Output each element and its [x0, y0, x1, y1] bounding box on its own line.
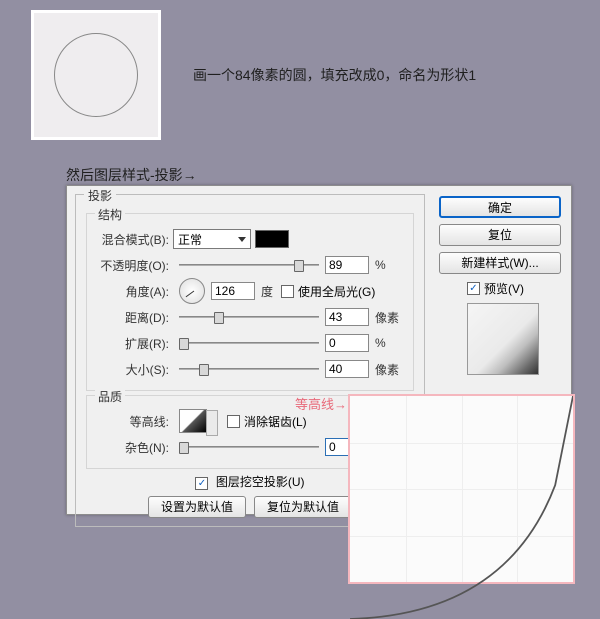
spread-label: 扩展(R): — [95, 335, 169, 352]
size-input[interactable]: 40 — [325, 360, 369, 378]
angle-label: 角度(A): — [95, 283, 169, 300]
preview-label: 预览(V) — [484, 280, 524, 297]
spread-row: 扩展(R): 0 % — [95, 332, 405, 354]
opacity-unit: % — [375, 258, 405, 272]
cancel-button[interactable]: 复位 — [439, 224, 561, 246]
antialias-checkbox[interactable] — [227, 415, 240, 428]
instruction-2: 然后图层样式-投影→ — [66, 165, 197, 185]
preview-row: ✓ 预览(V) — [467, 280, 561, 297]
set-default-button[interactable]: 设置为默认值 — [148, 496, 246, 518]
preview-checkbox[interactable]: ✓ — [467, 282, 480, 295]
distance-slider[interactable] — [179, 308, 319, 326]
new-style-button[interactable]: 新建样式(W)... — [439, 252, 561, 274]
spread-unit: % — [375, 336, 405, 350]
angle-row: 角度(A): 126 度 使用全局光(G) — [95, 280, 405, 302]
opacity-label: 不透明度(O): — [95, 257, 169, 274]
spread-slider[interactable] — [179, 334, 319, 352]
size-unit: 像素 — [375, 361, 405, 378]
contour-curve — [350, 396, 573, 619]
blend-mode-select[interactable]: 正常 — [173, 229, 251, 249]
group-title: 投影 — [84, 187, 116, 204]
distance-unit: 像素 — [375, 309, 405, 326]
blend-mode-row: 混合模式(B): 正常 — [95, 228, 405, 250]
contour-editor[interactable] — [348, 394, 575, 584]
shadow-color-swatch[interactable] — [255, 230, 289, 248]
noise-label: 杂色(N): — [95, 439, 169, 456]
circle-preview-panel — [31, 10, 161, 140]
opacity-slider[interactable] — [179, 256, 319, 274]
distance-label: 距离(D): — [95, 309, 169, 326]
angle-dial[interactable] — [179, 278, 205, 304]
antialias-label: 消除锯齿(L) — [244, 413, 307, 430]
opacity-input[interactable]: 89 — [325, 256, 369, 274]
contour-picker[interactable] — [179, 409, 207, 433]
knockout-label: 图层挖空投影(U) — [216, 475, 305, 489]
dialog-side: 确定 复位 新建样式(W)... ✓ 预览(V) — [439, 196, 561, 375]
contour-label: 等高线: — [95, 413, 169, 430]
global-light-checkbox[interactable] — [281, 285, 294, 298]
structure-subgroup: 结构 混合模式(B): 正常 不透明度(O): 89 % 角度(A — [86, 213, 414, 391]
contour-arrow-label: 等高线→ — [295, 394, 347, 413]
sample-circle — [54, 33, 138, 117]
opacity-row: 不透明度(O): 89 % — [95, 254, 405, 276]
size-slider[interactable] — [179, 360, 319, 378]
ok-button[interactable]: 确定 — [439, 196, 561, 218]
quality-title: 品质 — [95, 388, 125, 405]
size-row: 大小(S): 40 像素 — [95, 358, 405, 380]
preview-swatch — [467, 303, 539, 375]
distance-input[interactable]: 43 — [325, 308, 369, 326]
global-light-label: 使用全局光(G) — [298, 283, 375, 300]
instruction-1: 画一个84像素的圆，填充改成0，命名为形状1 — [193, 65, 476, 85]
spread-input[interactable]: 0 — [325, 334, 369, 352]
reset-default-button[interactable]: 复位为默认值 — [254, 496, 352, 518]
noise-slider[interactable] — [179, 438, 319, 456]
blend-label: 混合模式(B): — [95, 231, 169, 248]
angle-unit: 度 — [261, 283, 281, 300]
size-label: 大小(S): — [95, 361, 169, 378]
distance-row: 距离(D): 43 像素 — [95, 306, 405, 328]
structure-title: 结构 — [95, 206, 125, 223]
angle-input[interactable]: 126 — [211, 282, 255, 300]
knockout-checkbox[interactable]: ✓ — [195, 477, 208, 490]
blend-value: 正常 — [178, 231, 202, 248]
chevron-down-icon — [238, 237, 246, 242]
